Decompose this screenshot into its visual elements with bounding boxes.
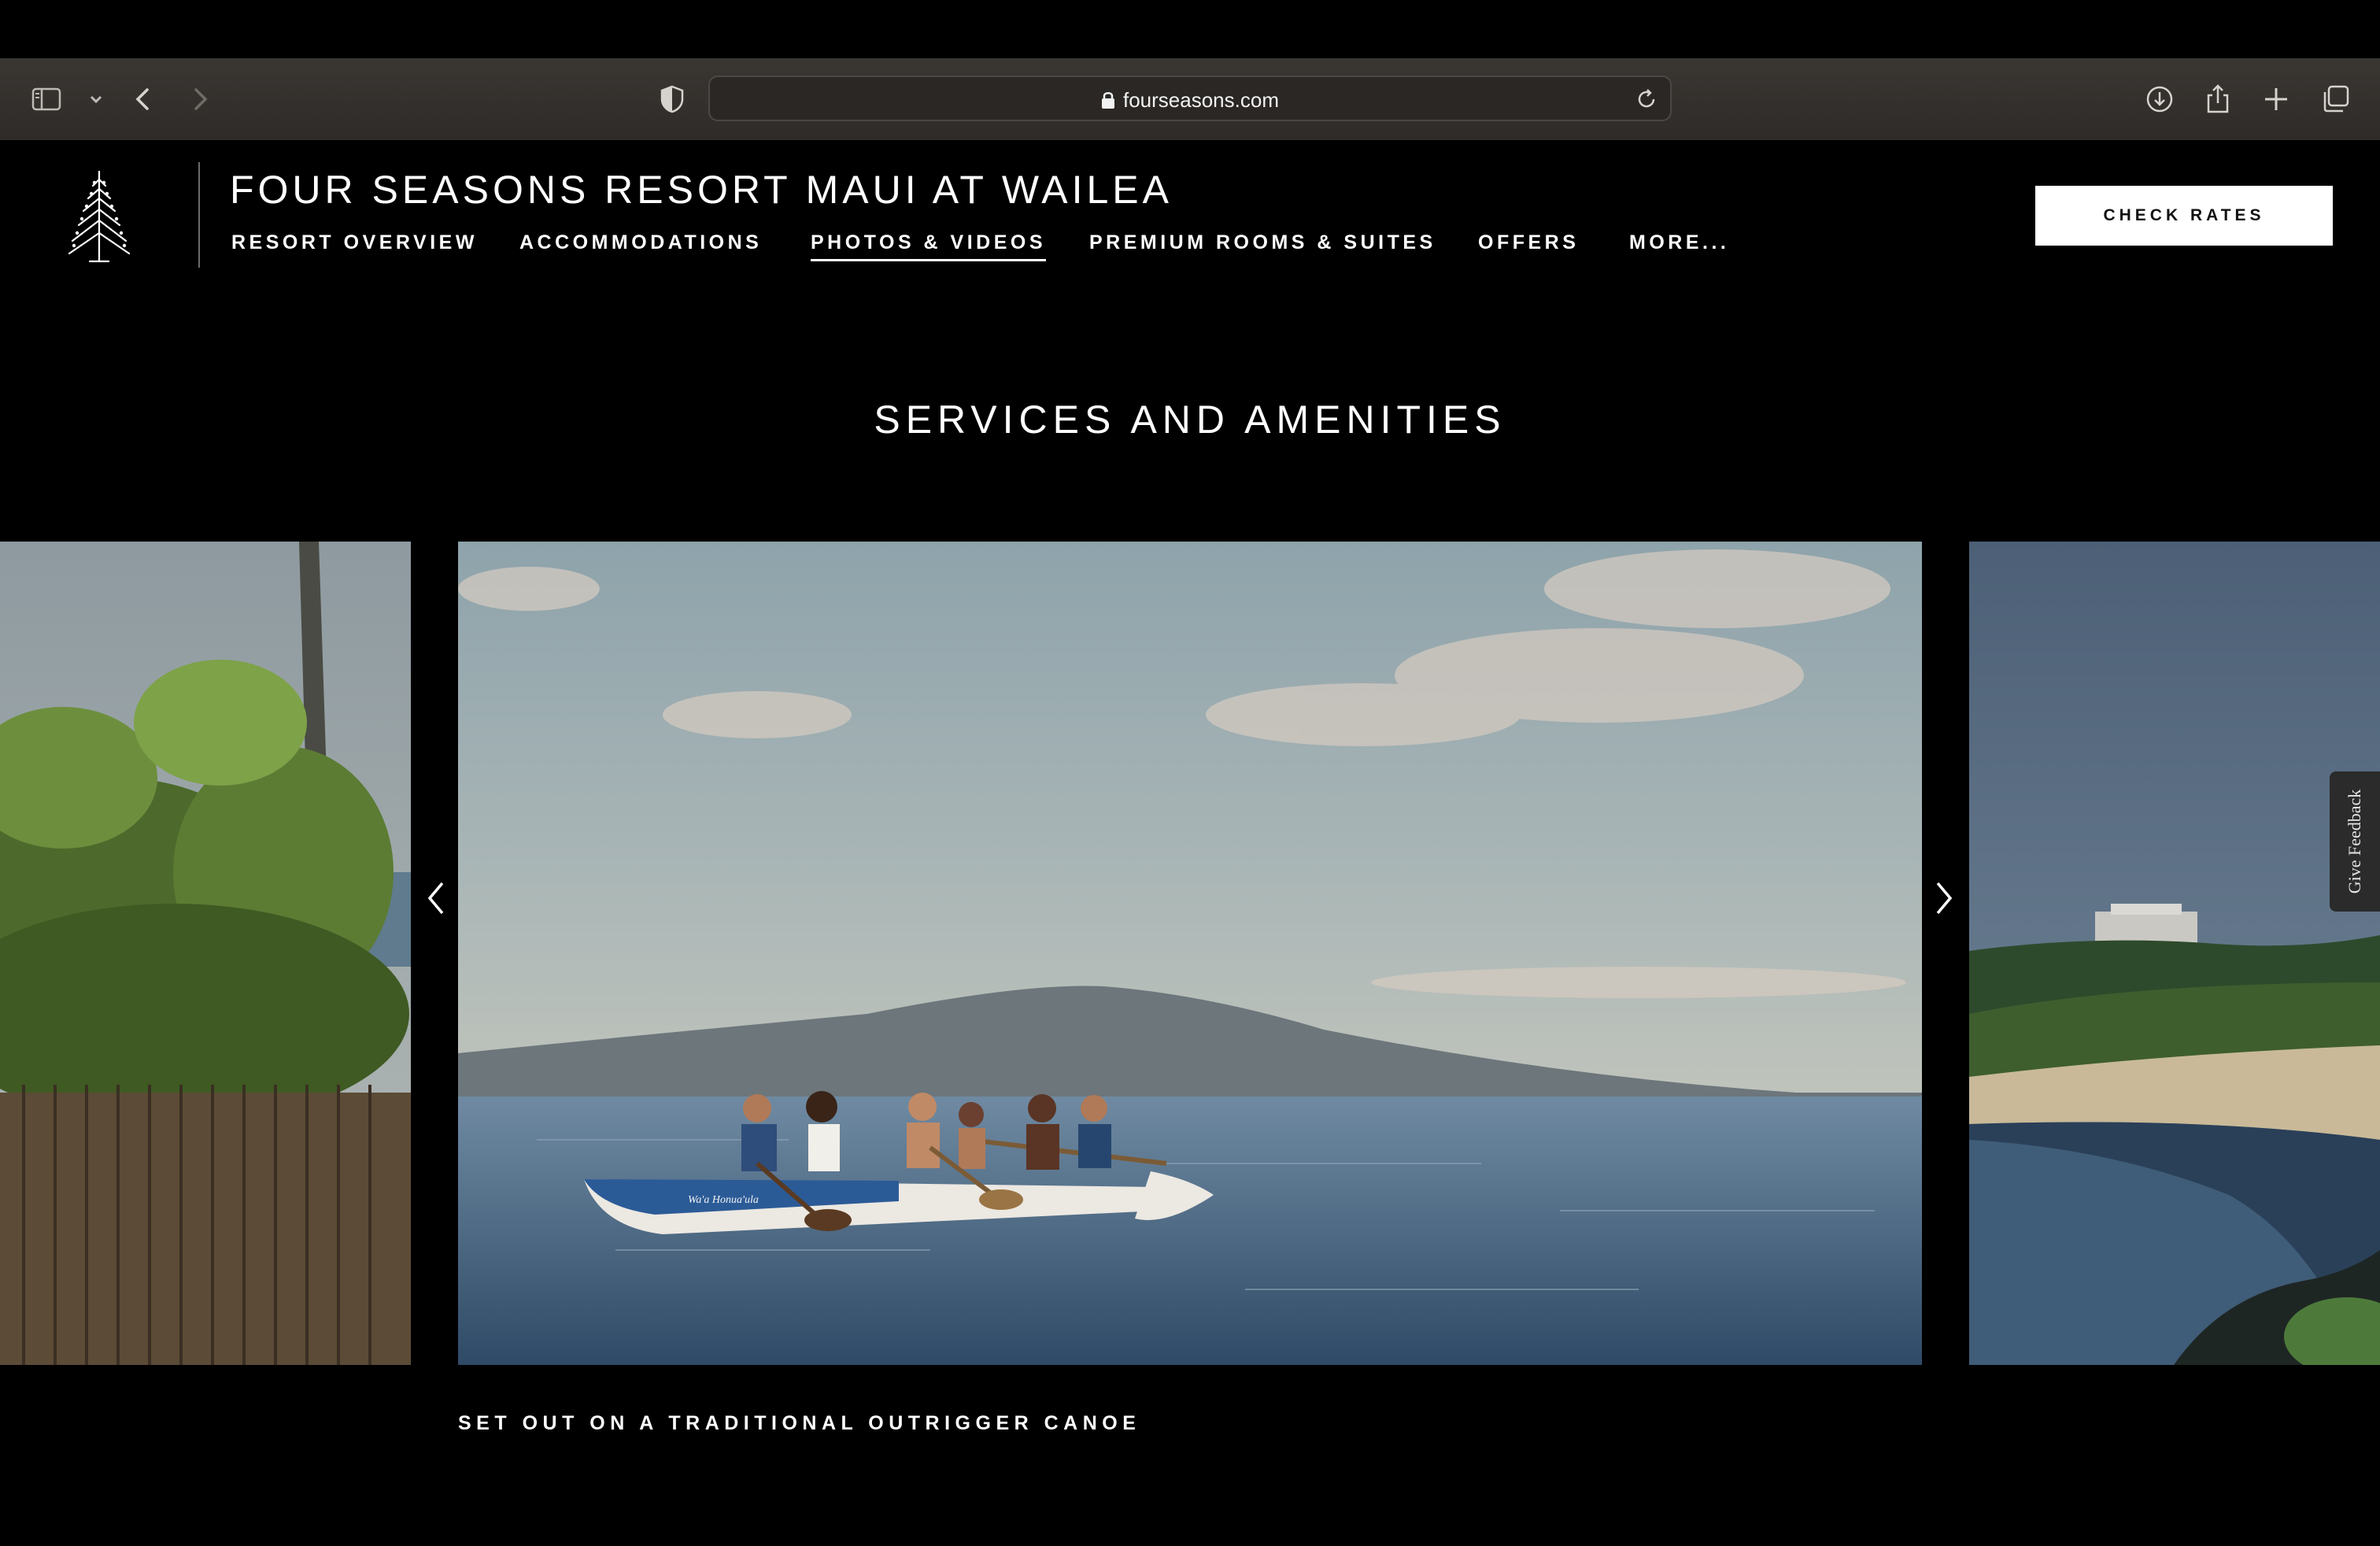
- slide-caption: SET OUT ON A TRADITIONAL OUTRIGGER CANOE: [458, 1412, 1141, 1434]
- carousel-slide-next[interactable]: [1969, 542, 2380, 1365]
- chevron-down-icon[interactable]: [79, 82, 113, 117]
- carousel-prev-arrow-icon[interactable]: [420, 872, 452, 924]
- nav-offers[interactable]: OFFERS: [1478, 231, 1579, 259]
- screen-top-bar: [0, 0, 2380, 58]
- forward-icon[interactable]: [183, 82, 217, 117]
- garden-fence-image: [0, 542, 411, 1365]
- carousel-slide-current[interactable]: Wa'a Honua'ula: [458, 542, 1922, 1365]
- beach-resort-image: [1969, 542, 2380, 1365]
- nav-accommodations[interactable]: ACCOMMODATIONS: [519, 231, 762, 259]
- back-icon[interactable]: [126, 82, 161, 117]
- url-text: fourseasons.com: [1123, 88, 1279, 112]
- give-feedback-tab[interactable]: Give Feedback: [2330, 771, 2380, 912]
- nav-photos-videos[interactable]: PHOTOS & VIDEOS: [811, 231, 1047, 261]
- section-title: SERVICES AND AMENITIES: [874, 398, 1506, 442]
- outrigger-canoe-image: Wa'a Honua'ula: [458, 542, 1922, 1365]
- lock-icon: [1102, 92, 1114, 109]
- nav-resort-overview[interactable]: RESORT OVERVIEW: [231, 231, 478, 259]
- header-divider: [198, 162, 200, 268]
- address-bar[interactable]: fourseasons.com: [708, 76, 1672, 121]
- tab-overview-icon[interactable]: [2319, 82, 2353, 117]
- canoe-name-text: Wa'a Honua'ula: [688, 1194, 759, 1206]
- reload-icon[interactable]: [1634, 87, 1659, 112]
- privacy-shield-icon[interactable]: [655, 82, 689, 117]
- carousel-next-arrow-icon[interactable]: [1928, 872, 1960, 924]
- check-rates-button[interactable]: CHECK RATES: [2035, 186, 2333, 246]
- nav-more[interactable]: MORE...: [1629, 231, 1729, 259]
- nav-premium-rooms-suites[interactable]: PREMIUM ROOMS & SUITES: [1089, 231, 1436, 259]
- give-feedback-label: Give Feedback: [2345, 789, 2364, 894]
- share-icon[interactable]: [2201, 82, 2235, 117]
- new-tab-icon[interactable]: [2259, 82, 2293, 117]
- site-header: [0, 140, 2380, 294]
- sidebar-toggle-icon[interactable]: [30, 82, 65, 117]
- carousel-slide-previous[interactable]: [0, 542, 411, 1365]
- four-seasons-tree-logo[interactable]: [66, 165, 132, 263]
- downloads-icon[interactable]: [2142, 82, 2177, 117]
- resort-title[interactable]: FOUR SEASONS RESORT MAUI AT WAILEA: [230, 167, 1173, 213]
